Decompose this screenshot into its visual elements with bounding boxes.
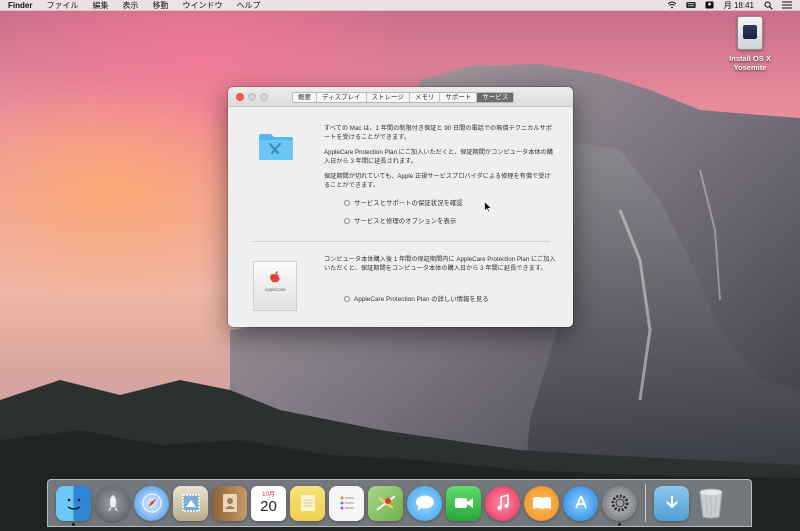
installer-disk-icon: [737, 16, 763, 50]
about-this-mac-window: 概要 ディスプレイ ストレージ メモリ サポート サービス すべての Mac は…: [228, 87, 573, 327]
dock-reminders[interactable]: [329, 485, 364, 521]
applecare-plan-text: コンピュータ本体購入後 1 年間の保証期間内に AppleCare Protec…: [324, 256, 556, 272]
dock-safari[interactable]: [134, 485, 169, 521]
dock-downloads[interactable]: [654, 485, 689, 521]
dock-ibooks[interactable]: [524, 485, 559, 521]
menu-edit[interactable]: 編集: [92, 0, 108, 11]
section-divider: [252, 241, 550, 242]
menu-go[interactable]: 移動: [152, 0, 168, 11]
menu-file[interactable]: ファイル: [46, 0, 78, 11]
dock-facetime[interactable]: [446, 485, 481, 521]
dock-app-store[interactable]: [563, 485, 598, 521]
rocket-icon: [107, 495, 118, 512]
link-bullet-icon: [344, 295, 350, 302]
compass-icon: [142, 493, 161, 513]
tab-displays[interactable]: ディスプレイ: [317, 93, 367, 102]
warranty-text: すべての Mac は、1 年間の制限付き保証と 90 日間の電話での無償テクニカ…: [324, 125, 552, 141]
menu-help[interactable]: ヘルプ: [236, 0, 260, 11]
speech-bubble-icon: [415, 495, 434, 511]
zoom-window-button[interactable]: [260, 93, 268, 101]
dock-contacts[interactable]: [212, 485, 247, 521]
notification-center-icon[interactable]: [782, 1, 792, 9]
dock-itunes[interactable]: [485, 485, 520, 521]
stamp-icon: [181, 494, 200, 512]
notes-icon: [300, 495, 315, 511]
spotlight-icon[interactable]: [763, 1, 773, 10]
dock: 10月 20: [47, 479, 752, 527]
desktop-icon-install-os-x[interactable]: Install OS X Yosemite: [722, 16, 778, 72]
out-of-warranty-text: 保証期間が切れていても、Apple 正規サービスプロバイダによる修理を有償で受け…: [324, 173, 551, 189]
menu-clock[interactable]: 月 18:41: [724, 0, 754, 11]
dock-calendar[interactable]: 10月 20: [251, 485, 286, 521]
apple-logo-icon: [270, 271, 280, 283]
applecare-text: AppleCare Protection Plan にご加入いただくと、保証期間…: [324, 149, 553, 165]
minimize-window-button[interactable]: [248, 93, 256, 101]
dock-messages[interactable]: [407, 485, 442, 521]
applecare-box-label: AppleCare: [264, 287, 286, 292]
tab-storage[interactable]: ストレージ: [367, 93, 410, 102]
tab-bar: 概要 ディスプレイ ストレージ メモリ サポート サービス: [292, 92, 515, 103]
service-pane: すべての Mac は、1 年間の制限付き保証と 90 日間の電話での無償テクニカ…: [228, 107, 573, 327]
dock-maps[interactable]: [368, 485, 403, 521]
music-note-icon: [497, 493, 509, 510]
menu-window[interactable]: ウインドウ: [182, 0, 222, 11]
close-window-button[interactable]: [236, 93, 244, 101]
trash-icon: [699, 488, 722, 519]
tab-memory[interactable]: メモリ: [410, 93, 441, 102]
service-options-link[interactable]: サービスと修理のオプションを表示: [344, 216, 456, 225]
open-book-icon: [532, 497, 551, 509]
gear-icon: [611, 494, 628, 512]
app-store-icon: [574, 495, 587, 509]
dock-trash[interactable]: [693, 486, 728, 521]
user-icon[interactable]: [705, 1, 715, 9]
service-folder-icon: [259, 134, 293, 160]
running-indicator: [618, 522, 621, 526]
tab-overview[interactable]: 概要: [293, 93, 317, 102]
dock-system-preferences[interactable]: [602, 485, 637, 526]
menu-view[interactable]: 表示: [122, 0, 138, 11]
link-bullet-icon: [344, 199, 350, 206]
window-titlebar[interactable]: 概要 ディスプレイ ストレージ メモリ サポート サービス: [228, 87, 573, 107]
download-arrow-icon: [665, 496, 678, 509]
running-indicator: [72, 522, 75, 526]
dock-finder[interactable]: [56, 485, 91, 526]
menu-bar: Finder ファイル 編集 表示 移動 ウインドウ ヘルプ 月 18:41: [0, 0, 800, 11]
calendar-day: 20: [260, 498, 277, 515]
keyboard-icon[interactable]: [686, 1, 696, 9]
link-bullet-icon: [344, 217, 350, 224]
desktop-icon-label: Install OS X Yosemite: [729, 54, 771, 72]
check-coverage-link[interactable]: サービスとサポートの保証状況を確認: [344, 198, 463, 207]
reminders-list-icon: [340, 496, 354, 510]
map-icon: [375, 495, 396, 511]
menu-finder[interactable]: Finder: [8, 1, 32, 10]
mouse-cursor-icon: [484, 201, 492, 213]
tab-support[interactable]: サポート: [440, 93, 478, 102]
video-camera-icon: [454, 498, 473, 508]
dock-notes[interactable]: [290, 485, 325, 521]
finder-icon: [67, 498, 80, 510]
wifi-icon[interactable]: [667, 1, 677, 9]
tab-service[interactable]: サービス: [477, 93, 514, 102]
contacts-book-icon: [222, 494, 237, 512]
applecare-info-link[interactable]: AppleCare Protection Plan の詳しい情報を見る: [344, 294, 489, 303]
dock-mail[interactable]: [173, 485, 208, 521]
dock-separator: [645, 484, 646, 522]
applecare-box-image: AppleCare: [253, 261, 297, 311]
dock-launchpad[interactable]: [95, 485, 130, 521]
